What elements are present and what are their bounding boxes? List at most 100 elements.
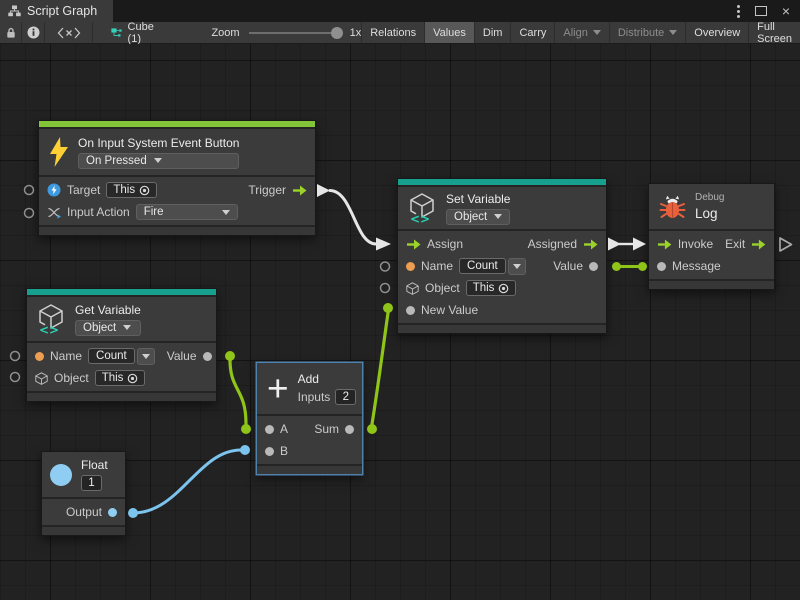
exit-output-port[interactable] [751,239,766,250]
plus-icon: + [267,374,289,404]
socket-get-name[interactable] [11,352,20,361]
window-controls: × [737,0,800,22]
dim-button[interactable]: Dim [475,22,512,43]
output-port[interactable] [108,508,117,517]
socket-exit-flow[interactable] [780,238,792,251]
carry-button[interactable]: Carry [511,22,555,43]
relations-button[interactable]: Relations [361,22,425,43]
input-action-icon [47,206,61,219]
assign-input-port[interactable] [406,239,421,250]
variable-cube-icon: <> [408,192,437,224]
node-body: Invoke Exit Message [649,231,774,279]
wire-value-to-message[interactable] [612,262,647,271]
variable-accent-bar [398,179,606,185]
node-body: Target This Trigger [39,177,315,225]
a-label: A [280,422,288,436]
tab-script-graph[interactable]: Script Graph [0,0,113,22]
a-row: A Sum [257,418,362,440]
message-row: Message [649,255,774,277]
graph-canvas[interactable]: On Input System Event Button On Pressed … [0,44,800,600]
socket-set-name[interactable] [381,262,390,271]
fullscreen-button[interactable]: Full Screen [749,22,800,43]
target-row: Target This Trigger [39,179,315,201]
name-input-port[interactable] [35,352,44,361]
object-this-chip[interactable]: This [466,280,517,296]
object-label: Object [425,281,460,295]
overview-button[interactable]: Overview [686,22,749,43]
info-button[interactable] [22,22,44,43]
maximize-icon[interactable] [755,6,767,16]
unity-script-graph-window: Script Graph × [0,0,800,600]
message-input-port[interactable] [657,262,666,271]
value-label: Value [167,349,197,363]
float-value-field[interactable]: 1 [81,475,102,491]
breadcrumb[interactable]: Cube (1) [103,22,167,43]
object-kind-dropdown[interactable]: Object [446,209,510,225]
name-input-port[interactable] [406,262,415,271]
new-value-input-port[interactable] [406,306,415,315]
on-pressed-dropdown[interactable]: On Pressed [78,153,239,169]
invoke-input-port[interactable] [657,239,672,250]
wire-add-sum-to-newvalue[interactable] [367,303,393,434]
distribute-dropdown[interactable]: Distribute [610,22,686,43]
object-this-chip[interactable]: This [95,370,146,386]
fire-dropdown[interactable]: Fire [136,204,238,220]
a-input-port[interactable] [265,425,274,434]
trigger-output-port[interactable] [292,185,307,196]
node-header[interactable]: Float 1 [42,452,125,497]
node-set-variable[interactable]: <> Set Variable Object Assign [397,178,607,334]
zoom-label: Zoom [211,27,239,39]
window-menu-icon[interactable] [737,5,740,18]
inputs-count-field[interactable]: 2 [335,389,356,405]
socket-get-object[interactable] [11,373,20,382]
socket-input-action[interactable] [25,209,34,218]
node-on-input-system-event-button[interactable]: On Input System Event Button On Pressed … [38,120,316,236]
variable-name-combo[interactable]: Count [459,258,526,275]
values-button[interactable]: Values [425,22,475,43]
assigned-output-port[interactable] [583,239,598,250]
lock-button[interactable] [0,22,22,43]
variable-name-dropdown-button[interactable] [137,348,155,365]
target-this-chip[interactable]: This [106,182,157,198]
breadcrumb-label: Cube (1) [128,21,160,45]
node-header[interactable]: <> Set Variable Object [398,187,606,229]
value-output-port[interactable] [589,262,598,271]
node-get-variable[interactable]: <> Get Variable Object Name Count [26,288,217,402]
sum-output-port[interactable] [345,425,354,434]
node-debug-log[interactable]: Debug Log Invoke Exit [648,183,775,290]
b-row: B [257,440,362,462]
b-input-port[interactable] [265,447,274,456]
exit-label: Exit [725,237,745,251]
node-header[interactable]: + Add Inputs 2 [257,363,362,414]
invoke-row: Invoke Exit [649,233,774,255]
close-icon[interactable]: × [782,4,790,18]
wire-assigned-to-invoke[interactable] [608,238,646,251]
cube-icon [406,282,419,295]
socket-set-object[interactable] [381,284,390,293]
wire-float-to-add-b[interactable] [128,445,250,518]
cube-icon [35,372,48,385]
chevron-down-icon [123,325,131,330]
graph-hierarchy-icon [8,5,21,17]
node-header[interactable]: Debug Log [649,184,774,229]
zoom-slider[interactable] [249,27,341,39]
node-float[interactable]: Float 1 Output [41,451,126,536]
message-label: Message [672,259,721,273]
value-output-port[interactable] [203,352,212,361]
zoom-slider-handle[interactable] [331,27,343,39]
object-kind-dropdown[interactable]: Object [75,320,141,336]
node-header[interactable]: On Input System Event Button On Pressed [39,129,315,175]
align-dropdown[interactable]: Align [555,22,609,43]
node-add[interactable]: + Add Inputs 2 A Sum [256,362,363,475]
socket-target[interactable] [25,186,34,195]
variable-name-combo[interactable]: Count [88,348,155,365]
variable-name-dropdown-button[interactable] [508,258,526,275]
lock-icon [5,26,17,39]
wire-trigger-to-assign[interactable] [317,184,391,251]
input-action-label: Input Action [67,205,130,219]
node-category: Debug [695,192,724,203]
wire-getvariable-to-add-a[interactable] [225,351,251,434]
zoom-level: 1x [350,27,362,39]
code-view-button[interactable] [45,22,93,43]
node-header[interactable]: <> Get Variable Object [27,297,216,341]
